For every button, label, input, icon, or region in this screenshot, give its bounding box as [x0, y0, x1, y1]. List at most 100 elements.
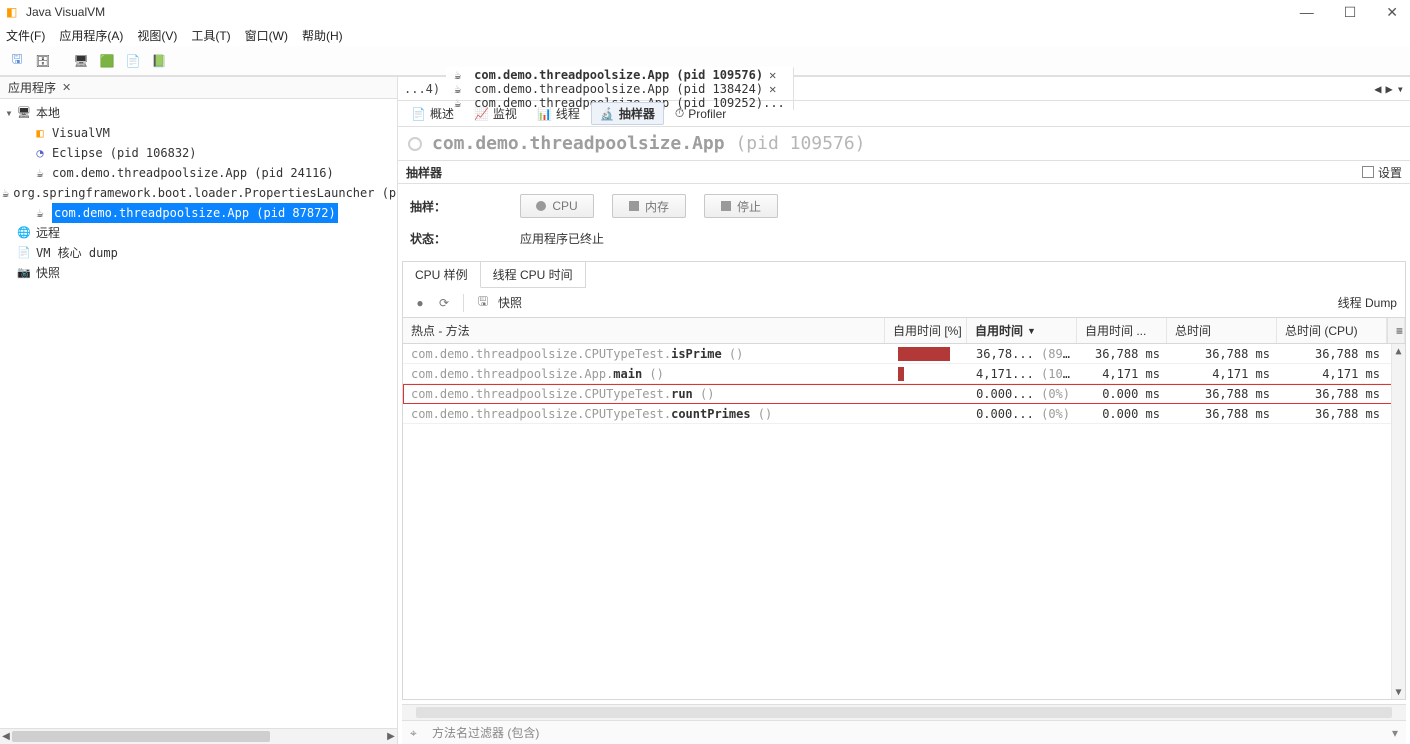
col-method[interactable]: 热点 - 方法 [403, 318, 885, 343]
content-hscroll[interactable] [402, 704, 1406, 720]
menu-tools[interactable]: 工具(T) [191, 27, 230, 44]
add-jmx-icon[interactable]: 🟩 [96, 50, 118, 72]
tree-node-app[interactable]: com.demo.threadpoolsize.App (pid 24116) [2, 163, 397, 183]
sample-label: 抽样： [410, 198, 454, 215]
add-snapshot-icon[interactable]: 📗 [148, 50, 170, 72]
filter-dropdown-icon[interactable]: ▾ [1392, 726, 1398, 740]
content-area: ...4) com.demo.threadpoolsize.App (pid 1… [398, 77, 1410, 744]
status-label: 状态： [410, 230, 454, 247]
sampler-section-header: 抽样器 设置 [398, 160, 1410, 184]
tab-sampler[interactable]: 🔬抽样器 [591, 102, 664, 125]
tree-node-remote[interactable]: 远程 [2, 223, 397, 243]
memory-button[interactable]: 内存 [612, 194, 686, 218]
close-button[interactable]: ✕ [1380, 2, 1404, 23]
sidebar-hscroll[interactable]: ◀▶ [0, 728, 397, 744]
sidebar-header: 应用程序 ✕ [0, 77, 397, 99]
editor-tab[interactable]: com.demo.threadpoolsize.App (pid 138424)… [446, 82, 794, 96]
eclipse-icon [32, 145, 48, 161]
add-coredump-icon[interactable]: 📄 [122, 50, 144, 72]
local-icon [16, 105, 32, 121]
table-row[interactable]: com.demo.threadpoolsize.App.main ()4,171… [403, 364, 1405, 384]
sidebar: 应用程序 ✕ ▾本地 VisualVMEclipse (pid 106832)c… [0, 77, 398, 744]
tree-node-local[interactable]: ▾本地 [2, 103, 397, 123]
settings-checkbox[interactable] [1362, 166, 1374, 178]
tab-cpu-sample[interactable]: CPU 样例 [403, 262, 481, 288]
sampler-icon: 🔬 [600, 107, 615, 121]
table-row[interactable]: com.demo.threadpoolsize.CPUTypeTest.coun… [403, 404, 1405, 424]
open-icon[interactable] [32, 50, 54, 72]
col-self-time-ms[interactable]: 自用时间 ... [1077, 318, 1167, 343]
sidebar-close-icon[interactable]: ✕ [62, 81, 71, 94]
overview-icon: 📄 [411, 107, 426, 121]
monitor-icon: 📈 [474, 107, 489, 121]
sampler-settings[interactable]: 设置 [1362, 164, 1402, 181]
window-title: Java VisualVM [26, 5, 105, 19]
visualvm-icon [32, 125, 48, 141]
cpu-button[interactable]: CPU [520, 194, 594, 218]
table-row[interactable]: com.demo.threadpoolsize.CPUTypeTest.run … [403, 384, 1405, 404]
java-icon [454, 68, 468, 82]
filter-placeholder[interactable]: 方法名过滤器 (包含) [432, 724, 539, 741]
tree-node-app[interactable]: org.springframework.boot.loader.Properti… [2, 183, 397, 203]
refresh-icon[interactable]: ⟳ [435, 294, 453, 312]
status-value: 应用程序已终止 [520, 230, 604, 247]
record-icon[interactable]: ● [411, 294, 429, 312]
profiler-icon: ⏱ [675, 106, 684, 121]
editor-tab[interactable]: com.demo.threadpoolsize.App (pid 109576)… [446, 67, 794, 82]
tab-overview[interactable]: 📄概述 [402, 102, 463, 125]
applications-tree[interactable]: ▾本地 VisualVMEclipse (pid 106832)com.demo… [0, 99, 397, 728]
tab-nav: ◀ ▶ ▾ [1368, 82, 1410, 96]
stop-button[interactable]: 停止 [704, 194, 778, 218]
tab-profiler[interactable]: ⏱Profiler [666, 103, 735, 124]
app-heading-row: com.demo.threadpoolsize.App (pid 109576) [398, 127, 1410, 160]
tab-prev-icon[interactable]: ◀ [1374, 82, 1381, 96]
maximize-button[interactable]: ☐ [1338, 2, 1363, 23]
app-heading: com.demo.threadpoolsize.App (pid 109576) [432, 133, 866, 154]
scroll-up-icon[interactable]: ▲ [1392, 344, 1405, 358]
tab-thread-cpu-time[interactable]: 线程 CPU 时间 [481, 262, 586, 288]
vscroll[interactable]: ▲ ▼ [1391, 344, 1405, 699]
col-self-time[interactable]: 自用时间▼ [967, 318, 1077, 343]
tree-node-app[interactable]: VisualVM [2, 123, 397, 143]
tab-next-icon[interactable]: ▶ [1386, 82, 1393, 96]
tree-node-app[interactable]: com.demo.threadpoolsize.App (pid 87872) [2, 203, 397, 223]
save-icon[interactable] [6, 50, 28, 72]
status-circle-icon [408, 137, 422, 151]
tree-node-snapshot[interactable]: 快照 [2, 263, 397, 283]
tab-threads[interactable]: 📊线程 [528, 102, 589, 125]
menu-help[interactable]: 帮助(H) [302, 27, 343, 44]
hotspots-table: 热点 - 方法 自用时间 [%] 自用时间▼ 自用时间 ... 总时间 总时间 … [402, 318, 1406, 700]
menu-file[interactable]: 文件(F) [6, 27, 45, 44]
tab-close-icon[interactable]: ✕ [769, 82, 776, 96]
menu-window[interactable]: 窗口(W) [245, 27, 288, 44]
filter-row: ⌖ 方法名过滤器 (包含) ▾ [402, 720, 1406, 744]
cpu-dot-icon [536, 201, 546, 211]
add-host-icon[interactable]: 🖥 [70, 50, 92, 72]
col-self-pct[interactable]: 自用时间 [%] [885, 318, 967, 343]
thread-dump-button[interactable]: 线程 Dump [1338, 294, 1397, 311]
col-total-time-cpu[interactable]: 总时间 (CPU) [1277, 318, 1387, 343]
tree-node-app[interactable]: Eclipse (pid 106832) [2, 143, 397, 163]
minimize-button[interactable]: — [1294, 2, 1320, 23]
table-body[interactable]: com.demo.threadpoolsize.CPUTypeTest.isPr… [403, 344, 1405, 699]
memory-icon [629, 201, 639, 211]
filter-icon[interactable]: ⌖ [410, 726, 424, 740]
tree-node-vmcoredump[interactable]: VM 核心 dump [2, 243, 397, 263]
tab-close-icon[interactable]: ✕ [769, 68, 776, 82]
tabs-overflow[interactable]: ...4) [398, 82, 446, 96]
remote-icon [16, 225, 32, 241]
sampler-body: 抽样： CPU 内存 停止 状态： 应用程序已终止 [398, 184, 1410, 257]
sidebar-title: 应用程序 [8, 79, 56, 96]
scroll-down-icon[interactable]: ▼ [1392, 685, 1405, 699]
menu-view[interactable]: 视图(V) [137, 27, 177, 44]
table-row[interactable]: com.demo.threadpoolsize.CPUTypeTest.isPr… [403, 344, 1405, 364]
threads-icon: 📊 [537, 107, 552, 121]
tab-list-icon[interactable]: ▾ [1397, 82, 1404, 96]
menu-applications[interactable]: 应用程序(A) [59, 27, 123, 44]
sample-inner-tabs: CPU 样例 线程 CPU 时间 [402, 261, 1406, 288]
snapshot-button[interactable]: 快照 [498, 294, 522, 311]
java-icon [454, 82, 468, 96]
menubar: 文件(F) 应用程序(A) 视图(V) 工具(T) 窗口(W) 帮助(H) [0, 24, 1410, 46]
tab-monitor[interactable]: 📈监视 [465, 102, 526, 125]
col-total-time[interactable]: 总时间 [1167, 318, 1277, 343]
